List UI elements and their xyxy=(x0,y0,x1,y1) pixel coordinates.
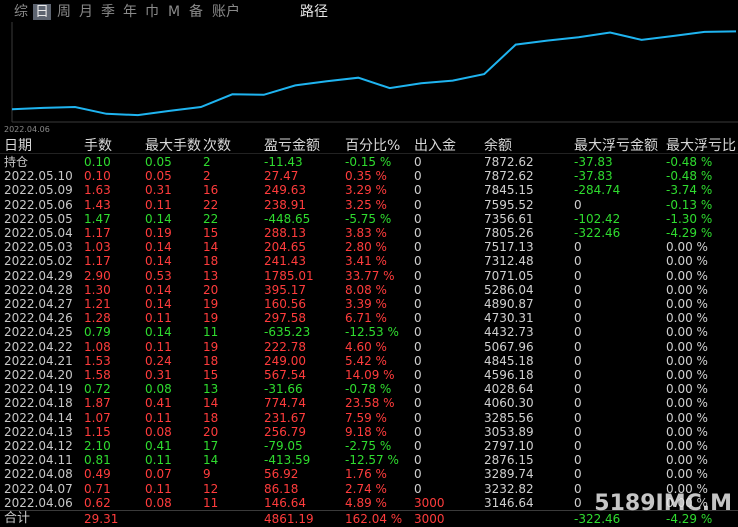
tab-6[interactable]: 巾 xyxy=(143,4,161,20)
column-header-bal[interactable]: 余额 xyxy=(484,138,512,154)
tab-5[interactable]: 年 xyxy=(121,4,139,20)
period-tab-bar: 综日周月季年巾 M 备账户 xyxy=(0,0,738,24)
column-header-mflp[interactable]: 最大浮亏比 xyxy=(666,138,736,154)
cell-date: 2022.04.06 xyxy=(4,495,73,510)
column-header-date[interactable]: 日期 xyxy=(4,138,32,154)
cell-pnl: 146.64 xyxy=(264,495,306,510)
tab-8[interactable]: 备 xyxy=(186,4,206,20)
watermark-logo: 5189IMC.M xyxy=(594,491,732,516)
tab-2[interactable]: 周 xyxy=(55,4,73,20)
column-header-lots[interactable]: 手数 xyxy=(84,138,112,154)
cell-pct: 4.89 % xyxy=(345,495,387,510)
cell-bal: 3146.64 xyxy=(484,495,534,510)
balance-curve-line xyxy=(11,30,737,117)
cell-io: 3000 xyxy=(414,495,445,510)
cell-date: 合计 xyxy=(4,511,31,526)
tab-4[interactable]: 季 xyxy=(99,4,117,20)
column-header-pct[interactable]: 百分比% xyxy=(345,138,400,154)
cell-count: 11 xyxy=(203,495,219,510)
cell-pct: 162.04 % xyxy=(345,512,403,526)
tab-0[interactable]: 综 xyxy=(12,4,30,20)
chart-start-date: 2022.04.06 xyxy=(4,125,50,134)
cell-lots: 29.31 xyxy=(84,512,119,526)
column-header-io[interactable]: 出入金 xyxy=(414,138,456,154)
column-header-pnl[interactable]: 盈亏金额 xyxy=(264,138,320,154)
daily-report-table: 日期 手数 最大手数 次数 盈亏金额 百分比% 出入金 余额 最大浮亏金额 最大浮亏比 持仓 0.10… xyxy=(0,138,738,526)
column-header-count[interactable]: 次数 xyxy=(203,138,231,154)
cell-lots: 0.62 xyxy=(84,495,111,510)
route-label[interactable]: 路径 xyxy=(300,4,328,20)
tab-7[interactable]: M xyxy=(165,4,183,20)
tab-3[interactable]: 月 xyxy=(77,4,95,20)
cell-io: 3000 xyxy=(414,512,445,526)
balance-curve-chart xyxy=(11,22,738,123)
cell-pnl: 4861.19 xyxy=(264,512,314,526)
column-header-max_lots[interactable]: 最大手数 xyxy=(145,138,201,154)
cell-mfl: 0 xyxy=(574,495,582,510)
column-header-mfl[interactable]: 最大浮亏金额 xyxy=(574,138,658,154)
cell-max_lots: 0.08 xyxy=(145,495,172,510)
tab-9[interactable]: 账户 xyxy=(209,4,243,20)
tab-1[interactable]: 日 xyxy=(33,4,51,20)
